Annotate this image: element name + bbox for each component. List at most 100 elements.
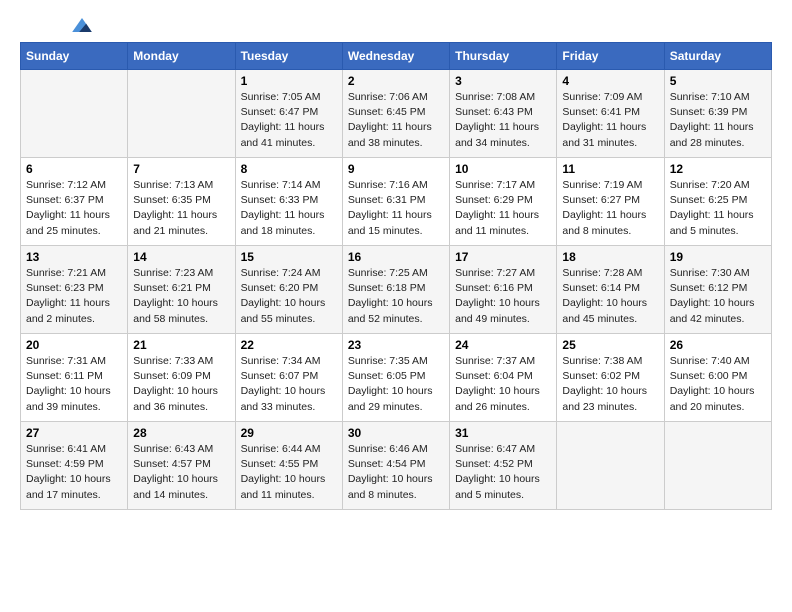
calendar-cell [21,70,128,158]
day-number: 26 [670,338,766,352]
day-info: Sunrise: 7:33 AM Sunset: 6:09 PM Dayligh… [133,354,229,415]
weekday-header: Sunday [21,43,128,70]
day-number: 27 [26,426,122,440]
day-info: Sunrise: 7:31 AM Sunset: 6:11 PM Dayligh… [26,354,122,415]
day-info: Sunrise: 7:14 AM Sunset: 6:33 PM Dayligh… [241,178,337,239]
weekday-header: Friday [557,43,664,70]
calendar-cell: 31 Sunrise: 6:47 AM Sunset: 4:52 PM Dayli… [450,422,557,510]
day-info: Sunrise: 7:28 AM Sunset: 6:14 PM Dayligh… [562,266,658,327]
day-number: 29 [241,426,337,440]
calendar-week-row: 20 Sunrise: 7:31 AM Sunset: 6:11 PM Dayli… [21,334,772,422]
day-info: Sunrise: 7:20 AM Sunset: 6:25 PM Dayligh… [670,178,766,239]
calendar-cell: 12 Sunrise: 7:20 AM Sunset: 6:25 PM Dayli… [664,158,771,246]
day-info: Sunrise: 7:19 AM Sunset: 6:27 PM Dayligh… [562,178,658,239]
day-info: Sunrise: 7:30 AM Sunset: 6:12 PM Dayligh… [670,266,766,327]
calendar-cell [557,422,664,510]
day-info: Sunrise: 7:37 AM Sunset: 6:04 PM Dayligh… [455,354,551,415]
calendar-cell: 1 Sunrise: 7:05 AM Sunset: 6:47 PM Daylig… [235,70,342,158]
day-info: Sunrise: 7:05 AM Sunset: 6:47 PM Dayligh… [241,90,337,151]
weekday-header: Wednesday [342,43,449,70]
day-number: 31 [455,426,551,440]
day-number: 11 [562,162,658,176]
calendar-cell: 24 Sunrise: 7:37 AM Sunset: 6:04 PM Dayli… [450,334,557,422]
day-number: 24 [455,338,551,352]
day-info: Sunrise: 6:46 AM Sunset: 4:54 PM Dayligh… [348,442,444,503]
day-info: Sunrise: 7:17 AM Sunset: 6:29 PM Dayligh… [455,178,551,239]
day-info: Sunrise: 6:43 AM Sunset: 4:57 PM Dayligh… [133,442,229,503]
day-number: 16 [348,250,444,264]
day-info: Sunrise: 7:24 AM Sunset: 6:20 PM Dayligh… [241,266,337,327]
logo [20,20,92,32]
day-info: Sunrise: 7:13 AM Sunset: 6:35 PM Dayligh… [133,178,229,239]
day-number: 12 [670,162,766,176]
day-number: 6 [26,162,122,176]
calendar-cell [664,422,771,510]
weekday-header: Tuesday [235,43,342,70]
day-info: Sunrise: 7:06 AM Sunset: 6:45 PM Dayligh… [348,90,444,151]
calendar-cell: 9 Sunrise: 7:16 AM Sunset: 6:31 PM Daylig… [342,158,449,246]
calendar-cell: 27 Sunrise: 6:41 AM Sunset: 4:59 PM Dayli… [21,422,128,510]
day-number: 19 [670,250,766,264]
calendar-cell: 10 Sunrise: 7:17 AM Sunset: 6:29 PM Dayli… [450,158,557,246]
day-info: Sunrise: 7:16 AM Sunset: 6:31 PM Dayligh… [348,178,444,239]
weekday-header: Saturday [664,43,771,70]
day-number: 1 [241,74,337,88]
calendar-cell: 23 Sunrise: 7:35 AM Sunset: 6:05 PM Dayli… [342,334,449,422]
day-number: 30 [348,426,444,440]
day-info: Sunrise: 7:35 AM Sunset: 6:05 PM Dayligh… [348,354,444,415]
day-number: 4 [562,74,658,88]
calendar-cell [128,70,235,158]
day-info: Sunrise: 7:38 AM Sunset: 6:02 PM Dayligh… [562,354,658,415]
day-number: 15 [241,250,337,264]
day-number: 23 [348,338,444,352]
day-number: 9 [348,162,444,176]
day-number: 28 [133,426,229,440]
day-info: Sunrise: 6:47 AM Sunset: 4:52 PM Dayligh… [455,442,551,503]
day-number: 8 [241,162,337,176]
day-number: 14 [133,250,229,264]
calendar-cell: 7 Sunrise: 7:13 AM Sunset: 6:35 PM Daylig… [128,158,235,246]
calendar-cell: 17 Sunrise: 7:27 AM Sunset: 6:16 PM Dayli… [450,246,557,334]
calendar-cell: 29Sunrise: 6:44 AM Sunset: 4:55 PM Dayli… [235,422,342,510]
calendar-cell: 26 Sunrise: 7:40 AM Sunset: 6:00 PM Dayli… [664,334,771,422]
page-header [20,20,772,32]
day-number: 5 [670,74,766,88]
calendar-cell: 15 Sunrise: 7:24 AM Sunset: 6:20 PM Dayli… [235,246,342,334]
calendar-cell: 4 Sunrise: 7:09 AM Sunset: 6:41 PM Daylig… [557,70,664,158]
calendar-week-row: 27 Sunrise: 6:41 AM Sunset: 4:59 PM Dayli… [21,422,772,510]
calendar-cell: 13Sunrise: 7:21 AM Sunset: 6:23 PM Dayli… [21,246,128,334]
calendar-cell: 6 Sunrise: 7:12 AM Sunset: 6:37 PM Daylig… [21,158,128,246]
calendar-cell: 25 Sunrise: 7:38 AM Sunset: 6:02 PM Dayli… [557,334,664,422]
calendar-cell: 28 Sunrise: 6:43 AM Sunset: 4:57 PM Dayli… [128,422,235,510]
day-number: 17 [455,250,551,264]
day-number: 22 [241,338,337,352]
calendar-cell: 21Sunrise: 7:33 AM Sunset: 6:09 PM Dayli… [128,334,235,422]
calendar-cell: 5 Sunrise: 7:10 AM Sunset: 6:39 PM Daylig… [664,70,771,158]
day-info: Sunrise: 7:34 AM Sunset: 6:07 PM Dayligh… [241,354,337,415]
day-info: Sunrise: 7:23 AM Sunset: 6:21 PM Dayligh… [133,266,229,327]
calendar-cell: 3Sunrise: 7:08 AM Sunset: 6:43 PM Daylig… [450,70,557,158]
day-number: 10 [455,162,551,176]
day-info: Sunrise: 7:21 AM Sunset: 6:23 PM Dayligh… [26,266,122,327]
day-info: Sunrise: 7:40 AM Sunset: 6:00 PM Dayligh… [670,354,766,415]
calendar-table: SundayMondayTuesdayWednesdayThursdayFrid… [20,42,772,510]
weekday-header-row: SundayMondayTuesdayWednesdayThursdayFrid… [21,43,772,70]
day-number: 20 [26,338,122,352]
day-info: Sunrise: 7:27 AM Sunset: 6:16 PM Dayligh… [455,266,551,327]
calendar-cell: 22 Sunrise: 7:34 AM Sunset: 6:07 PM Dayli… [235,334,342,422]
day-info: Sunrise: 7:09 AM Sunset: 6:41 PM Dayligh… [562,90,658,151]
weekday-header: Monday [128,43,235,70]
calendar-week-row: 6 Sunrise: 7:12 AM Sunset: 6:37 PM Daylig… [21,158,772,246]
day-info: Sunrise: 6:41 AM Sunset: 4:59 PM Dayligh… [26,442,122,503]
day-number: 25 [562,338,658,352]
day-info: Sunrise: 7:10 AM Sunset: 6:39 PM Dayligh… [670,90,766,151]
day-number: 2 [348,74,444,88]
weekday-header: Thursday [450,43,557,70]
day-number: 3 [455,74,551,88]
calendar-cell: 14 Sunrise: 7:23 AM Sunset: 6:21 PM Dayli… [128,246,235,334]
calendar-cell: 16Sunrise: 7:25 AM Sunset: 6:18 PM Dayli… [342,246,449,334]
calendar-cell: 2 Sunrise: 7:06 AM Sunset: 6:45 PM Daylig… [342,70,449,158]
day-number: 7 [133,162,229,176]
day-info: Sunrise: 7:12 AM Sunset: 6:37 PM Dayligh… [26,178,122,239]
calendar-week-row: 1 Sunrise: 7:05 AM Sunset: 6:47 PM Daylig… [21,70,772,158]
